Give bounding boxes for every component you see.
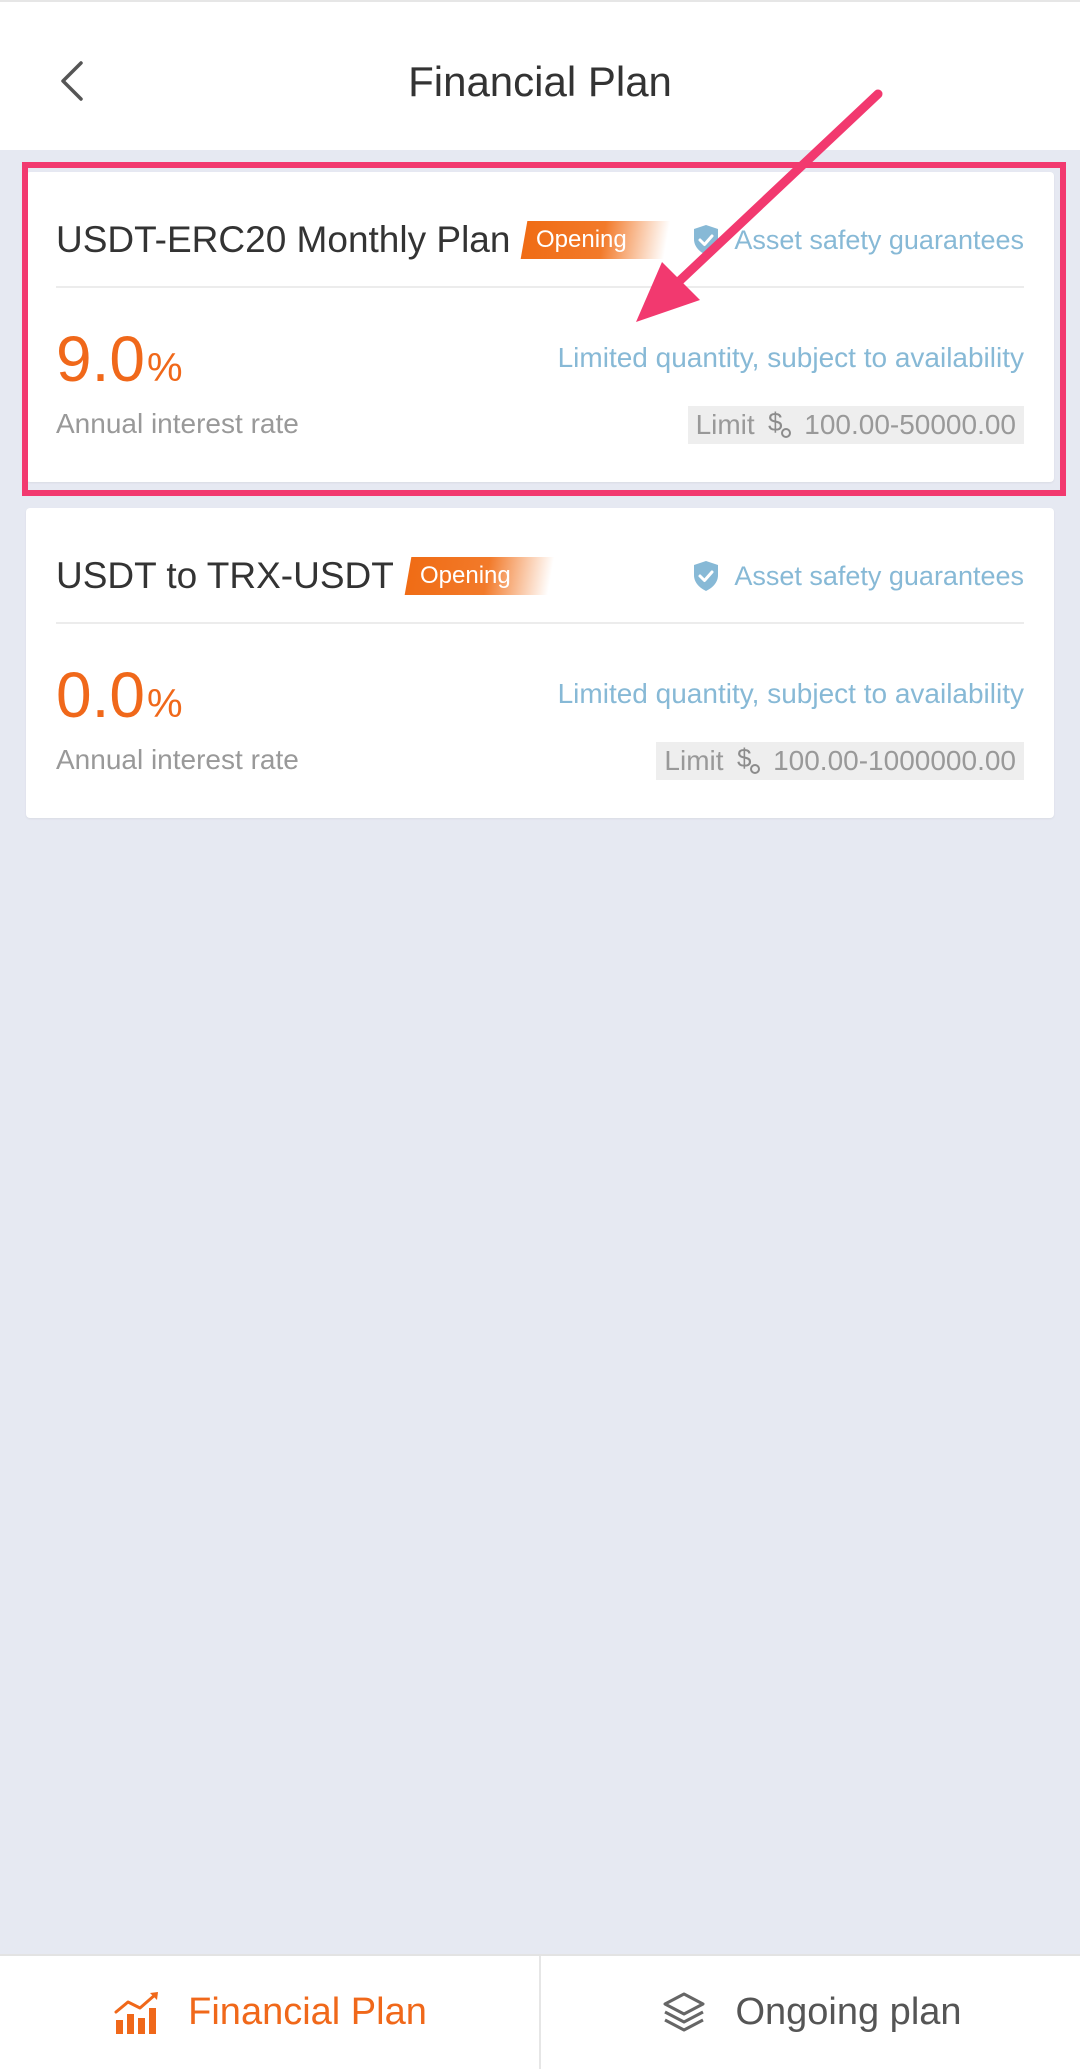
limit-range: 100.00-50000.00 bbox=[804, 409, 1016, 440]
card-divider bbox=[56, 286, 1024, 288]
rate-value: 0.0 bbox=[56, 659, 145, 731]
tab-financial-plan[interactable]: Financial Plan bbox=[0, 1956, 541, 2069]
tab-ongoing-plan-label: Ongoing plan bbox=[735, 1991, 962, 2033]
limit-range: 100.00-1000000.00 bbox=[773, 745, 1016, 776]
plan-card-usdt-trx[interactable]: USDT to TRX-USDT Opening Asset safety gu… bbox=[26, 508, 1054, 818]
status-badge-label: Opening bbox=[419, 562, 511, 589]
shield-check-icon bbox=[694, 225, 719, 255]
limit-badge: Limit $ 100.00-50000.00 bbox=[687, 406, 1024, 444]
page: Financial Plan USDT-ERC20 Monthly Plan O… bbox=[0, 0, 1080, 2069]
card-divider bbox=[56, 622, 1024, 624]
limit-prefix: Limit bbox=[664, 745, 724, 776]
rate-label: Annual interest rate bbox=[56, 744, 299, 775]
status-badge-label: Opening bbox=[536, 226, 628, 253]
svg-text:$: $ bbox=[737, 745, 752, 773]
asset-safety-text: Asset safety guarantees bbox=[734, 560, 1024, 591]
plan-card-erc20-monthly[interactable]: USDT-ERC20 Monthly Plan Opening Asset sa… bbox=[26, 172, 1054, 482]
interest-rate: 9.0% bbox=[56, 322, 183, 396]
limit-badge: Limit $ 100.00-1000000.00 bbox=[656, 742, 1024, 780]
plan-name: USDT to TRX-USDT bbox=[56, 555, 394, 596]
plan-name: USDT-ERC20 Monthly Plan bbox=[56, 219, 511, 260]
svg-text:$: $ bbox=[768, 409, 783, 437]
asset-safety-text: Asset safety guarantees bbox=[734, 224, 1024, 255]
limit-prefix: Limit bbox=[695, 409, 755, 440]
status-badge: Opening bbox=[521, 221, 671, 259]
back-button[interactable] bbox=[48, 54, 96, 108]
bar-chart-icon bbox=[114, 1991, 159, 2034]
bottom-tab-bar: Financial Plan Ongoing plan bbox=[0, 1954, 1080, 2069]
coin-icon: $ bbox=[737, 743, 761, 774]
interest-rate: 0.0% bbox=[56, 658, 183, 732]
rate-unit: % bbox=[146, 346, 183, 390]
rate-label: Annual interest rate bbox=[56, 408, 299, 439]
chevron-left-icon bbox=[61, 61, 83, 101]
page-title: Financial Plan bbox=[408, 58, 672, 105]
top-bar: Financial Plan bbox=[0, 0, 1080, 150]
shield-check-icon bbox=[694, 561, 719, 591]
tab-financial-plan-label: Financial Plan bbox=[188, 1991, 427, 2033]
rate-unit: % bbox=[146, 682, 183, 726]
tab-ongoing-plan[interactable]: Ongoing plan bbox=[541, 1956, 1080, 2069]
status-badge: Opening bbox=[404, 557, 554, 595]
coin-icon: $ bbox=[768, 407, 792, 438]
asset-safety: Asset safety guarantees bbox=[692, 560, 1024, 592]
asset-safety: Asset safety guarantees bbox=[692, 224, 1024, 256]
availability-note: Limited quantity, subject to availabilit… bbox=[557, 678, 1024, 709]
layers-icon bbox=[663, 1992, 705, 2031]
rate-value: 9.0 bbox=[56, 323, 145, 395]
plan-card-header: USDT to TRX-USDT Opening Asset safety gu… bbox=[56, 548, 1024, 604]
availability-note: Limited quantity, subject to availabilit… bbox=[557, 342, 1024, 373]
plan-card-header: USDT-ERC20 Monthly Plan Opening Asset sa… bbox=[56, 212, 1024, 268]
